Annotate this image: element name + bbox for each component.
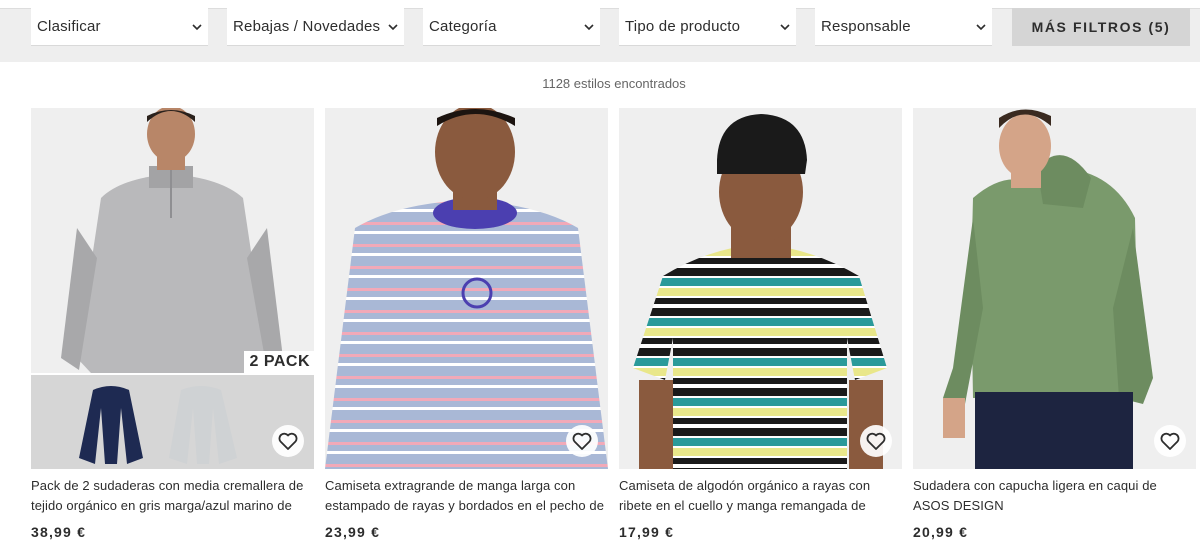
product-price: 20,99 € — [913, 524, 969, 540]
sales-new-dropdown-label: Rebajas / Novedades — [233, 18, 381, 35]
chevron-down-icon — [974, 8, 988, 46]
heart-icon — [866, 432, 886, 450]
save-for-later-button[interactable] — [1154, 425, 1186, 457]
sort-dropdown[interactable]: Clasificar — [31, 8, 208, 46]
product-image[interactable] — [619, 108, 902, 469]
results-count: 1128 estilos encontrados — [542, 76, 686, 91]
chevron-down-icon — [190, 8, 204, 46]
heart-icon — [1160, 432, 1180, 450]
sales-new-dropdown[interactable]: Rebajas / Novedades — [227, 8, 404, 46]
sort-dropdown-label: Clasificar — [37, 18, 101, 35]
product-badge: 2 PACK — [243, 351, 314, 373]
product-price: 17,99 € — [619, 524, 675, 540]
product-image[interactable]: 2 PACK — [31, 108, 314, 469]
save-for-later-button[interactable] — [566, 425, 598, 457]
more-filters-button[interactable]: MÁS FILTROS (5) — [1012, 8, 1190, 46]
product-type-dropdown[interactable]: Tipo de producto — [619, 8, 796, 46]
chevron-down-icon — [778, 8, 792, 46]
product-type-dropdown-label: Tipo de producto — [625, 18, 741, 35]
product-price: 38,99 € — [31, 524, 87, 540]
product-price: 23,99 € — [325, 524, 381, 540]
responsible-dropdown-label: Responsable — [821, 18, 911, 35]
product-title[interactable]: Sudadera con capucha ligera en caqui de … — [913, 476, 1196, 516]
product-title[interactable]: Camiseta de algodón orgánico a rayas con… — [619, 476, 902, 516]
product-image[interactable] — [913, 108, 1196, 469]
save-for-later-button[interactable] — [272, 425, 304, 457]
chevron-down-icon — [582, 8, 596, 46]
product-title[interactable]: Pack de 2 sudaderas con media cremallera… — [31, 476, 314, 516]
product-image[interactable] — [325, 108, 608, 469]
product-title[interactable]: Camiseta extragrande de manga larga con … — [325, 476, 608, 516]
heart-icon — [278, 432, 298, 450]
heart-icon — [572, 432, 592, 450]
category-dropdown-label: Categoría — [429, 18, 497, 35]
chevron-down-icon — [386, 8, 400, 46]
category-dropdown[interactable]: Categoría — [423, 8, 600, 46]
save-for-later-button[interactable] — [860, 425, 892, 457]
responsible-dropdown[interactable]: Responsable — [815, 8, 992, 46]
